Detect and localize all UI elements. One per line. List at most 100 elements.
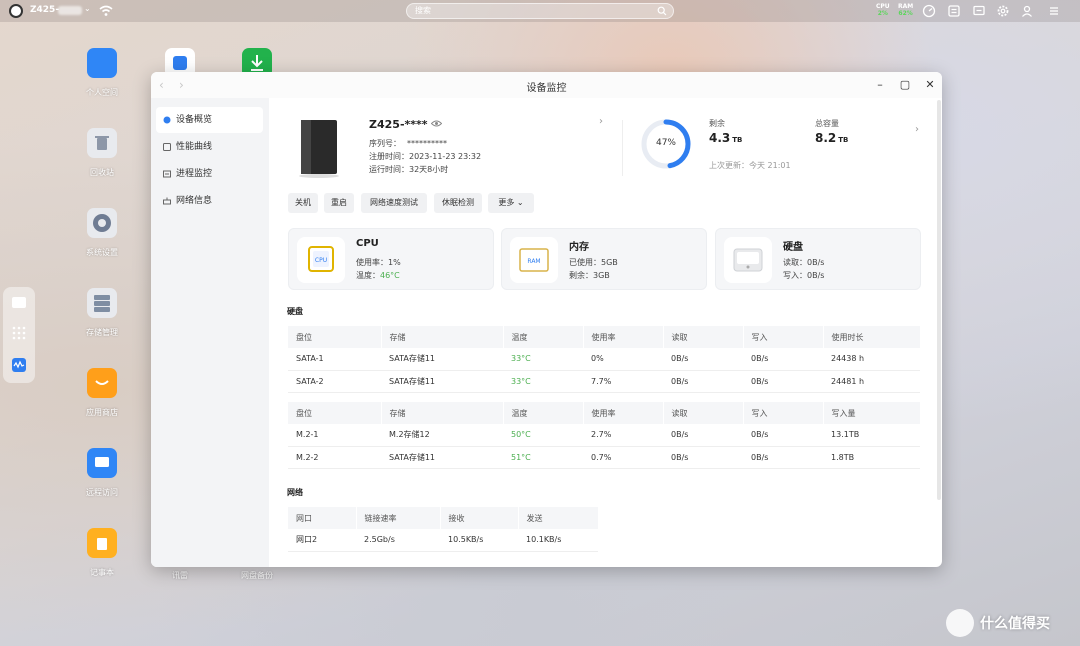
cpu-usage: 使用率：1% [356, 257, 401, 268]
search-icon[interactable] [657, 6, 667, 16]
monitor-app-icon[interactable] [11, 357, 27, 373]
window-titlebar[interactable]: ‹ › 设备监控 – ▢ ✕ [151, 72, 942, 98]
table-cell: SATA存储11 [389, 376, 435, 386]
sidebar-item-performance[interactable]: 性能曲线 [156, 134, 263, 160]
disk-write: 写入：0B/s [783, 270, 824, 281]
column-header: 盘位 [296, 332, 312, 342]
desktop-icon-label: 应用商店 [86, 408, 118, 417]
chevron-down-icon: ⌄ [514, 198, 524, 207]
ram-indicator[interactable]: RAM 62% [898, 3, 913, 17]
table-cell: 24438 h [831, 354, 865, 364]
network-icon [163, 197, 171, 205]
close-button[interactable]: ✕ [923, 78, 937, 92]
table-cell: 0B/s [671, 376, 689, 386]
device-name[interactable]: Z425- [30, 5, 59, 15]
sata-disk-table: 盘位 存储 温度 使用率 读取 写入 使用时长 SATA-1 SATA存储11 33°C 0% 0B… [288, 326, 920, 393]
sidebar-item-overview[interactable]: 设备概览 [156, 107, 263, 133]
apps-grid-icon[interactable] [11, 325, 27, 341]
table-cell: M.2-2 [296, 452, 319, 462]
disk-icon [724, 237, 772, 283]
table-cell: SATA-2 [296, 376, 324, 386]
table-row[interactable]: M.2-1 M.2存储12 50°C 2.7% 0B/s 0B/s 13.1TB [288, 424, 920, 446]
sidebar-item-network[interactable]: 网络信息 [156, 188, 263, 214]
desktop-icon-notepad[interactable]: 记事本 [72, 528, 132, 578]
memory-free: 剩余：3GB [569, 270, 610, 281]
window-icon[interactable] [11, 295, 27, 311]
svg-text:CPU: CPU [315, 257, 327, 264]
task-icon[interactable] [947, 4, 961, 18]
desktop-label-xunlei[interactable]: 讯雷 [150, 570, 210, 581]
chart-icon [163, 143, 171, 151]
scrollbar[interactable] [937, 100, 941, 500]
divider [622, 120, 623, 176]
column-header: 读取 [662, 402, 743, 424]
desktop-icon-system-settings[interactable]: 系统设置 [72, 208, 132, 258]
table-cell: 0% [591, 354, 604, 364]
capacity-detail-chevron-icon[interactable]: › [915, 124, 919, 135]
column-header: 接收 [439, 507, 518, 529]
shutdown-button[interactable]: 关机 [288, 193, 318, 213]
last-updated: 上次更新：今天 21:01 [709, 161, 791, 170]
more-button[interactable]: 更多 ⌄ [488, 193, 534, 213]
cpu-temp: 温度：46°C [356, 270, 400, 281]
table-header-row: 盘位 存储 温度 使用率 读取 写入 写入量 [288, 402, 920, 424]
total-number: 8.2 [815, 131, 837, 145]
gear-icon[interactable] [996, 4, 1010, 18]
device-detail-chevron-icon[interactable]: › [599, 116, 603, 127]
desktop-icon-recycle-bin[interactable]: 回收站 [72, 128, 132, 178]
eye-icon[interactable] [431, 119, 442, 128]
column-header: 写入 [742, 402, 823, 424]
system-logo-icon[interactable] [9, 4, 23, 18]
table-header-row: 盘位 存储 温度 使用率 读取 写入 使用时长 [288, 326, 920, 348]
desktop-icon-app-store[interactable]: 应用商店 [72, 368, 132, 418]
remote-icon [87, 448, 117, 478]
wifi-icon[interactable] [98, 3, 114, 19]
cpu-value: 2% [877, 10, 888, 17]
table-cell: 24481 h [831, 376, 865, 386]
restart-button[interactable]: 重启 [324, 193, 354, 213]
sidebar-item-label: 设备概览 [176, 115, 213, 125]
capacity-percent: 47% [655, 138, 676, 148]
disk-section-title: 硬盘 [287, 307, 303, 316]
maximize-button[interactable]: ▢ [898, 78, 912, 92]
table-row[interactable]: 网口2 2.5Gb/s 10.5KB/s 10.1KB/s [288, 529, 598, 551]
uptime-label: 运行时间： [369, 165, 409, 174]
message-icon[interactable] [972, 4, 986, 18]
cpu-chip-icon: CPU [297, 237, 345, 283]
sleep-check-button[interactable]: 休眠检测 [434, 193, 482, 213]
cpu-card[interactable]: CPU CPU 使用率：1% 温度：46°C [288, 228, 494, 290]
table-cell: 0B/s [671, 452, 689, 462]
table-row[interactable]: SATA-1 SATA存储11 33°C 0% 0B/s 0B/s 24438 h [288, 348, 920, 370]
chevron-down-icon[interactable]: ⌄ [84, 4, 91, 13]
process-icon [163, 170, 171, 178]
ram-chip-icon: RAM [510, 237, 558, 283]
remaining-label: 剩余 [709, 119, 725, 128]
cpu-indicator[interactable]: CPU 2% [876, 3, 890, 17]
memory-card[interactable]: RAM 内存 已使用：5GB 剩余：3GB [501, 228, 707, 290]
total-unit: TB [838, 136, 849, 144]
column-header: 链接速率 [355, 507, 440, 529]
device-monitor-window: ‹ › 设备监控 – ▢ ✕ 设备概览 性能曲线 进程监控 网络信息 Z425-… [151, 72, 942, 567]
cpu-temp-label: 温度： [356, 271, 380, 280]
sidebar-item-process[interactable]: 进程监控 [156, 161, 263, 187]
speed-test-button[interactable]: 网络速度测试 [361, 193, 427, 213]
desktop-label-backup[interactable]: 网盘备份 [227, 570, 287, 581]
table-cell: 0.7% [591, 452, 612, 462]
minimize-button[interactable]: – [873, 78, 887, 92]
table-cell: 0B/s [751, 452, 769, 462]
column-header: 写入量 [822, 402, 920, 424]
folder-icon [87, 48, 117, 78]
table-cell: 0B/s [751, 354, 769, 364]
menu-icon[interactable] [1047, 4, 1061, 18]
user-icon[interactable] [1020, 4, 1034, 18]
table-row[interactable]: SATA-2 SATA存储11 33°C 7.7% 0B/s 0B/s 24481 h [288, 370, 920, 392]
column-header: 使用率 [582, 326, 663, 348]
column-header: 读取 [662, 326, 743, 348]
desktop-icon-personal-space[interactable]: 个人空间 [72, 48, 132, 98]
gauge-icon[interactable] [922, 4, 936, 18]
search-input[interactable]: 搜索 [406, 3, 674, 19]
disk-card[interactable]: 硬盘 读取：0B/s 写入：0B/s [715, 228, 921, 290]
table-row[interactable]: M.2-2 SATA存储11 51°C 0.7% 0B/s 0B/s 1.8TB [288, 446, 920, 468]
desktop-icon-storage-manager[interactable]: 存储管理 [72, 288, 132, 338]
desktop-icon-remote-access[interactable]: 远程访问 [72, 448, 132, 498]
